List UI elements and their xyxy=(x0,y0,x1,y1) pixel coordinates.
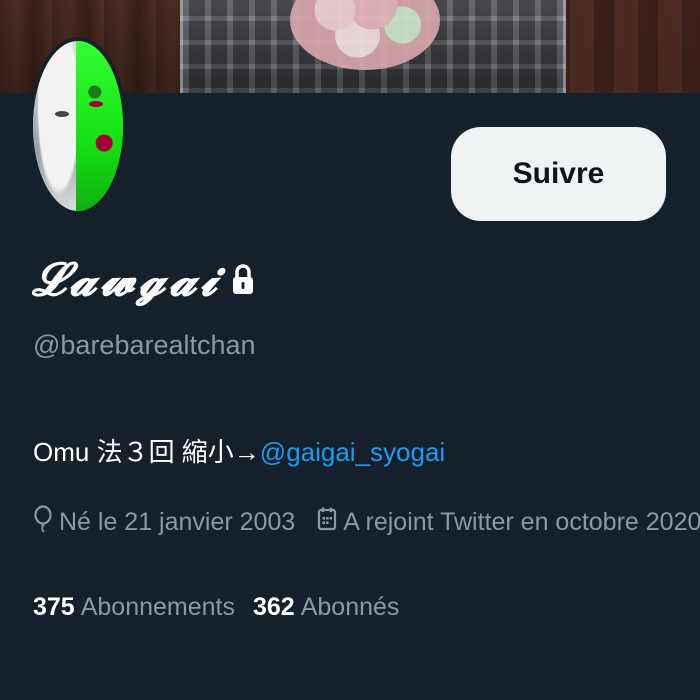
user-handle: @barebarealtchan xyxy=(33,330,256,360)
display-name: 𝓛𝓪𝔀𝓰𝓪𝓲 xyxy=(32,252,255,308)
birth-date-text: Né le 21 janvier 2003 xyxy=(59,508,296,536)
birth-date: Né le 21 janvier 2003 xyxy=(33,505,295,540)
follow-button[interactable]: Suivre xyxy=(451,127,666,221)
balloon-icon xyxy=(33,505,53,540)
follow-stats: 375 Abonnements 362 Abonnés xyxy=(33,593,417,622)
followers-label: Abonnés xyxy=(300,593,400,621)
avatar-eye-right xyxy=(89,101,103,107)
followers-link[interactable]: 362 Abonnés xyxy=(253,593,399,622)
following-count: 375 xyxy=(33,593,75,621)
avatar-left-half xyxy=(33,41,77,211)
bio-text: Omu 法３回 縮小→ xyxy=(33,437,260,467)
profile-page: Suivre 𝓛𝓪𝔀𝓰𝓪𝓲 @barebarealtchan Omu 法３回 縮… xyxy=(0,0,700,700)
avatar[interactable] xyxy=(29,37,127,215)
join-date-text: A rejoint Twitter en octobre 2020 xyxy=(343,508,700,536)
calendar-icon xyxy=(317,506,337,539)
bio: Omu 法３回 縮小→@gaigai_syogai xyxy=(33,432,445,469)
display-name-text: 𝓛𝓪𝔀𝓰𝓪𝓲 xyxy=(32,252,221,306)
following-link[interactable]: 375 Abonnements xyxy=(33,593,235,622)
avatar-right-half xyxy=(76,41,123,211)
profile-meta: Né le 21 janvier 2003 A rejoint Twitter … xyxy=(33,505,700,540)
lock-icon xyxy=(231,262,255,298)
join-date: A rejoint Twitter en octobre 2020 xyxy=(317,506,700,539)
banner-background xyxy=(550,0,700,93)
avatar-image xyxy=(33,41,123,211)
followers-count: 362 xyxy=(253,593,295,621)
avatar-eye-left xyxy=(55,111,69,117)
bio-mention-link[interactable]: @gaigai_syogai xyxy=(260,437,445,467)
following-label: Abonnements xyxy=(80,593,235,621)
